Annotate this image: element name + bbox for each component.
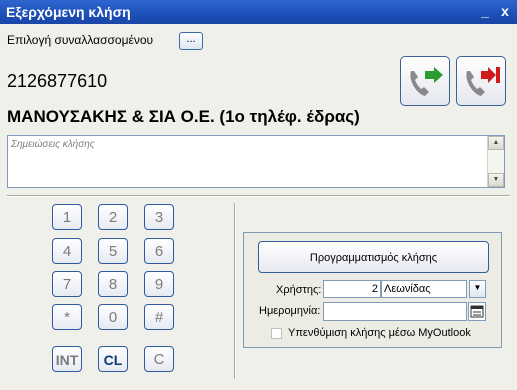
phone-call-icon (410, 67, 443, 96)
key-hash[interactable]: # (144, 304, 174, 330)
scroll-up-icon[interactable]: ▲ (488, 136, 504, 150)
reminder-label: Υπενθύμιση κλήσης μέσω MyOutlook (288, 327, 471, 339)
key-3[interactable]: 3 (144, 204, 174, 230)
key-8[interactable]: 8 (98, 271, 128, 297)
company-name: ΜΑΝΟΥΣΑΚΗΣ & ΣΙΑ Ο.Ε. (1ο τηλέφ. έδρας) (7, 107, 360, 126)
date-label: Ημερομηνία: (259, 305, 321, 317)
key-9[interactable]: 9 (144, 271, 174, 297)
key-star[interactable]: * (52, 304, 82, 330)
minimize-button[interactable]: _ (478, 4, 492, 18)
notes-placeholder: Σημειώσεις κλήσης (11, 139, 95, 150)
reminder-checkbox[interactable] (271, 328, 282, 339)
schedule-call-button[interactable]: Προγραμματισμός κλήσης (258, 241, 489, 273)
vertical-separator (234, 203, 236, 379)
key-4[interactable]: 4 (52, 238, 82, 264)
calendar-button[interactable] (468, 302, 486, 321)
close-button[interactable]: x (498, 4, 512, 18)
notes-scrollbar[interactable]: ▲ ▼ (487, 136, 504, 187)
title-bar: Εξερχόμενη κλήση _ x (0, 0, 517, 24)
key-6[interactable]: 6 (144, 238, 174, 264)
contact-picker-label: Επιλογή συναλλασσομένου (7, 33, 154, 47)
key-1[interactable]: 1 (52, 204, 82, 230)
notes-textarea[interactable]: Σημειώσεις κλήσης ▲ ▼ (7, 135, 505, 188)
window-title: Εξερχόμενη κλήση (6, 4, 131, 20)
c-button[interactable]: C (144, 346, 174, 372)
key-7[interactable]: 7 (52, 271, 82, 297)
hangup-button[interactable] (456, 56, 506, 106)
hangup-icon (466, 67, 500, 96)
cl-button[interactable]: CL (98, 346, 128, 372)
dial-button[interactable] (400, 56, 450, 106)
user-id-field[interactable]: 2 (323, 280, 381, 298)
user-name-field[interactable]: Λεωνίδας (381, 280, 467, 298)
scroll-down-icon[interactable]: ▼ (488, 173, 504, 187)
key-0[interactable]: 0 (98, 304, 128, 330)
user-label: Χρήστης: (276, 284, 322, 296)
contact-picker-button[interactable]: ... (179, 32, 203, 50)
int-button[interactable]: INT (52, 346, 82, 372)
user-dropdown-button[interactable]: ▼ (469, 280, 486, 298)
date-field[interactable] (323, 302, 467, 321)
separator (7, 195, 510, 197)
calendar-icon (470, 305, 484, 318)
key-2[interactable]: 2 (98, 204, 128, 230)
key-5[interactable]: 5 (98, 238, 128, 264)
chevron-down-icon: ▼ (473, 283, 482, 292)
phone-number: 2126877610 (7, 71, 108, 91)
